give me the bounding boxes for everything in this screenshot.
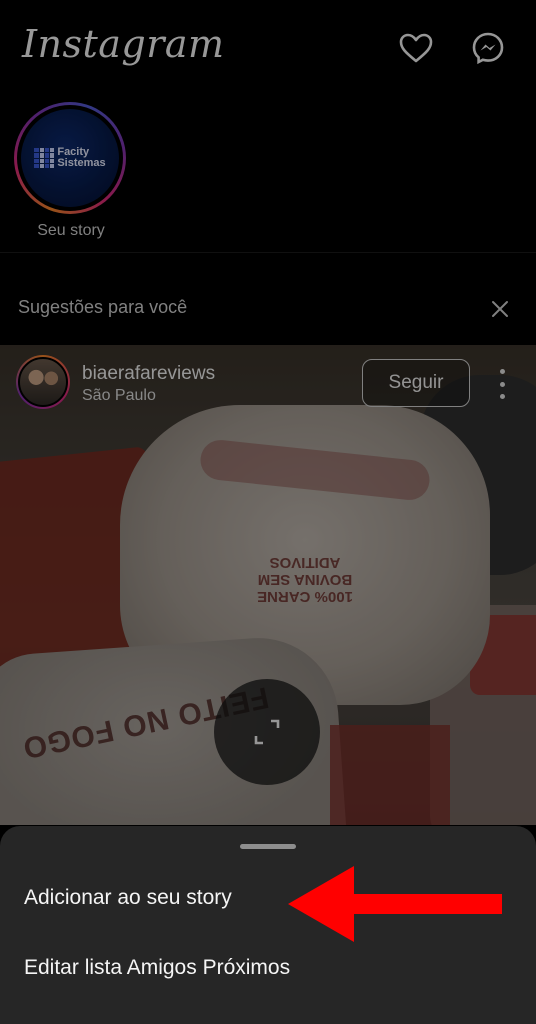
- menu-item-add-to-story[interactable]: Adicionar ao seu story: [24, 886, 232, 910]
- story-label: Seu story: [37, 222, 105, 239]
- drag-handle[interactable]: [240, 844, 296, 849]
- avatar: [18, 357, 68, 407]
- messenger-icon[interactable]: [470, 30, 506, 66]
- app-header: Instagram: [0, 0, 536, 96]
- instagram-logo[interactable]: Instagram: [22, 22, 225, 66]
- avatar-text-line2: Sistemas: [57, 157, 106, 169]
- story-item-own[interactable]: Facity Sistemas Seu story: [14, 102, 128, 239]
- suggestions-header: Sugestões para você: [0, 253, 536, 345]
- avatar: Facity Sistemas: [21, 109, 119, 207]
- menu-item-edit-close-friends[interactable]: Editar lista Amigos Próximos: [24, 956, 290, 980]
- more-options-icon[interactable]: [494, 369, 510, 399]
- suggestions-title: Sugestões para você: [18, 297, 188, 317]
- bottom-sheet: Adicionar ao seu story Editar lista Amig…: [0, 826, 536, 1024]
- post-location[interactable]: São Paulo: [82, 387, 156, 405]
- post-image-part: [330, 725, 450, 825]
- annotation-arrow-icon: [288, 866, 502, 942]
- post-username[interactable]: biaerafareviews: [82, 363, 215, 385]
- story-ring: Facity Sistemas: [14, 102, 126, 214]
- close-icon[interactable]: [488, 297, 512, 321]
- post-image-stamp-text: 100% CARNE BOVINA SEM ADITIVOS: [257, 554, 353, 605]
- post-avatar[interactable]: [16, 355, 70, 409]
- stories-tray: Facity Sistemas Seu story: [0, 96, 536, 252]
- suggested-post: 100% CARNE BOVINA SEM ADITIVOS FEITO NO …: [0, 345, 536, 825]
- post-header: biaerafareviews São Paulo Seguir: [0, 345, 536, 419]
- facity-logo-icon: [34, 148, 55, 168]
- heart-icon[interactable]: [398, 30, 434, 66]
- expand-icon[interactable]: [214, 679, 320, 785]
- follow-button[interactable]: Seguir: [362, 359, 470, 407]
